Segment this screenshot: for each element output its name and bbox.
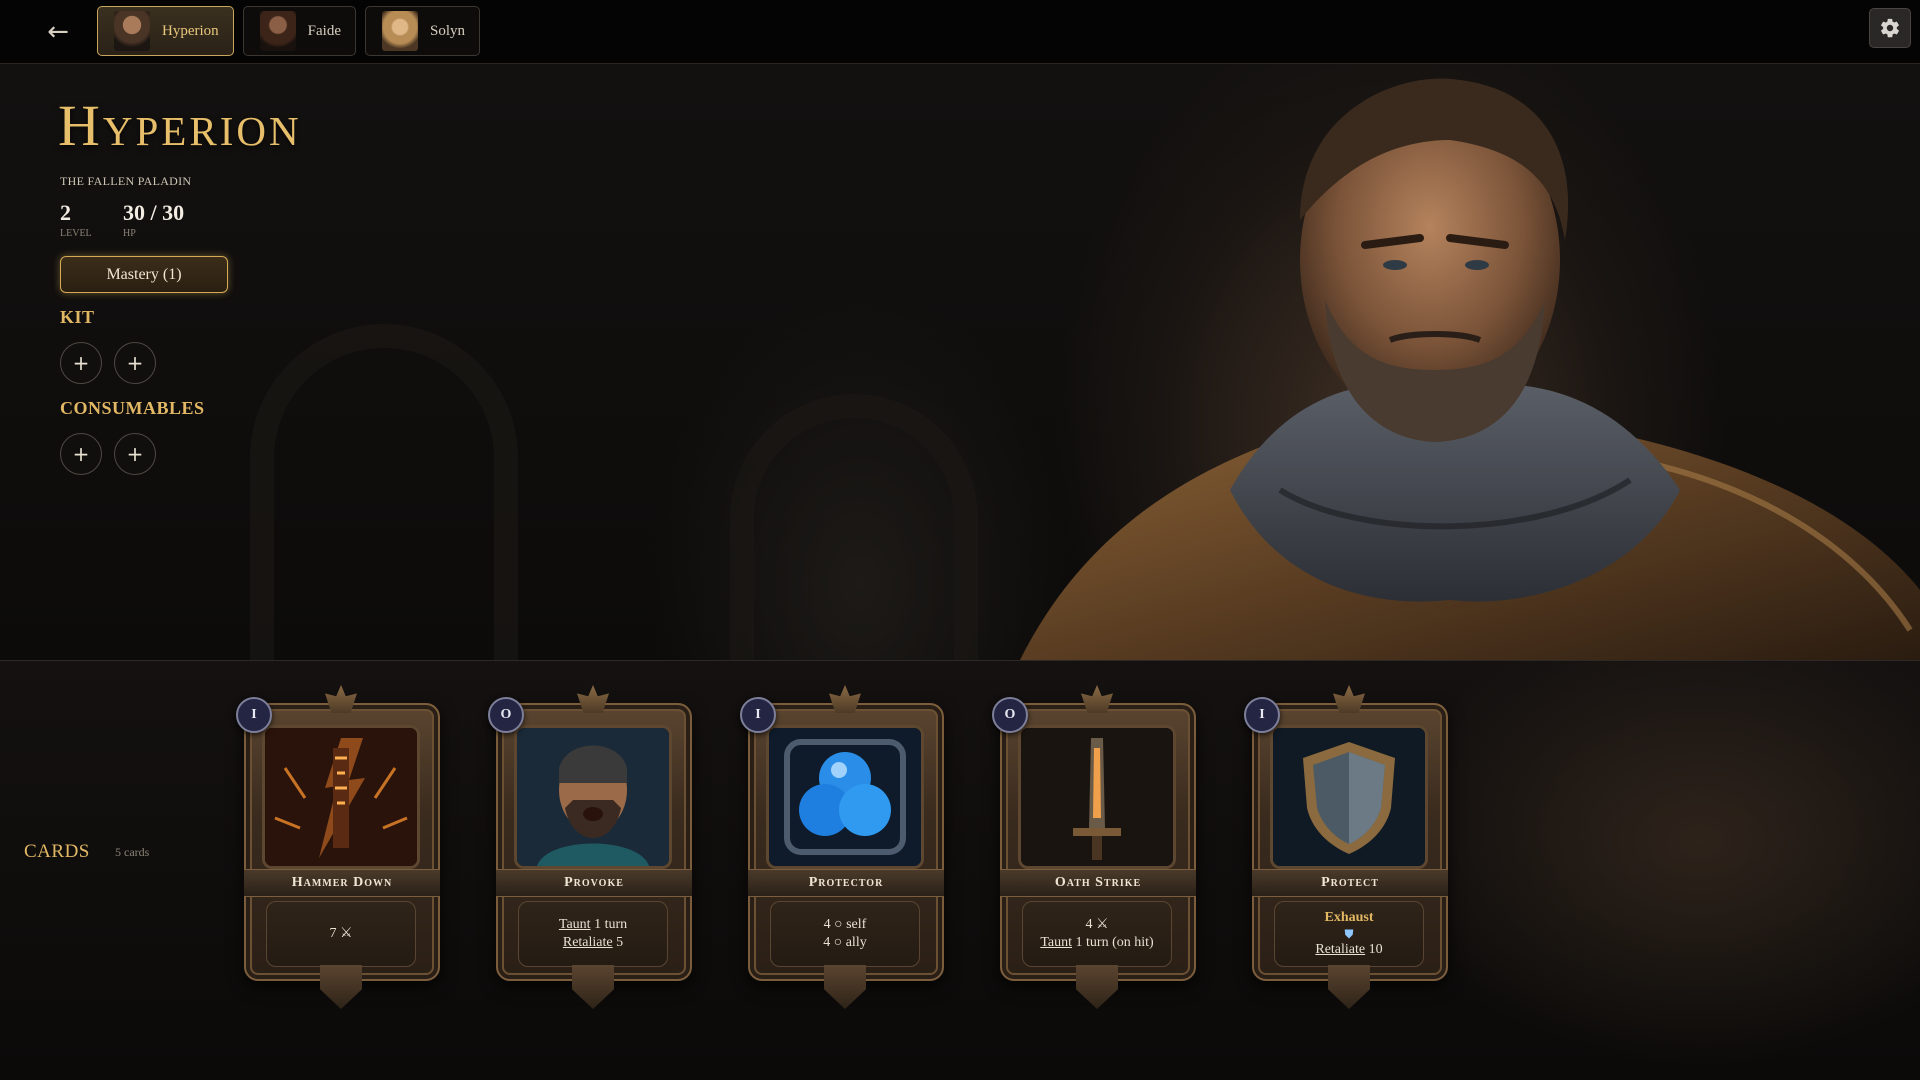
back-arrow-icon[interactable]: ←: [44, 18, 72, 46]
shield-icon: [1273, 728, 1425, 866]
card-art: [262, 725, 420, 869]
tab-faide[interactable]: Faide: [242, 6, 356, 56]
card-shield-ornament: [1328, 965, 1370, 1009]
solyn-portrait-thumbnail: [381, 11, 418, 51]
tab-label: Hyperion: [162, 22, 219, 39]
hammer-fire-icon: [265, 728, 417, 866]
kit-heading: KIT: [60, 307, 95, 327]
card-art: [514, 725, 672, 869]
settings-button[interactable]: [1869, 8, 1911, 48]
hero-name: Hyperion: [58, 93, 302, 158]
level-stat: 2 LEVEL: [60, 200, 92, 239]
shield-token-icon: ⛊: [1344, 927, 1354, 941]
consumable-slot-add-button[interactable]: +: [60, 433, 102, 475]
shouting-warrior-icon: [517, 728, 669, 866]
consumable-slot-add-button[interactable]: +: [114, 433, 156, 475]
card-art: [1270, 725, 1428, 869]
card-effect-text: Taunt 1 turn Retaliate 5: [518, 901, 668, 967]
card-effect-text: 4 ○ self 4 ○ ally: [770, 901, 920, 967]
consumables-heading: CONSUMABLES: [60, 398, 205, 418]
card-effect-line: Taunt 1 turn (on hit): [1040, 934, 1153, 952]
retaliate-keyword[interactable]: Retaliate: [1315, 942, 1365, 957]
cards-count: 5 cards: [115, 845, 150, 859]
card-protector[interactable]: Protector 4 ○ self 4 ○ ally I: [740, 685, 948, 1023]
card-name: Oath Strike: [1000, 869, 1196, 897]
card-shield-ornament: [572, 965, 614, 1009]
card-effect-text: 7 ⚔: [266, 901, 416, 967]
tab-hyperion[interactable]: Hyperion: [97, 6, 234, 56]
hero-tabs: Hyperion Faide Solyn: [97, 6, 480, 56]
ruin-arch: [730, 394, 978, 688]
kit-slot-add-button[interactable]: +: [60, 342, 102, 384]
cards-panel: CARDS 5 cards Hammer Down 7 ⚔ I Provoke …: [0, 660, 1920, 1080]
hero-portrait-art: [1020, 78, 1920, 660]
hp-value: 30 / 30: [123, 200, 185, 225]
hp-stat: 30 / 30 HP: [123, 200, 184, 239]
card-name: Provoke: [496, 869, 692, 897]
card-effect-line: 4 ○ ally: [823, 935, 867, 950]
card-cost-badge: O: [992, 697, 1028, 733]
hero-subtitle: THE FALLEN PALADIN: [60, 174, 192, 188]
faide-portrait-thumbnail: [259, 11, 296, 51]
card-effect-text: 4 ⚔ Taunt 1 turn (on hit): [1022, 901, 1172, 967]
mastery-button[interactable]: Mastery (1): [60, 256, 228, 293]
hyperion-portrait-thumbnail: [114, 11, 150, 51]
card-effect-line: 4 ○ self: [823, 917, 867, 932]
glowing-sword-icon: [1021, 728, 1173, 866]
level-label: LEVEL: [60, 228, 92, 239]
level-value: 2: [60, 200, 71, 225]
card-cost-badge: I: [740, 697, 776, 733]
card-effect-line: Retaliate 5: [563, 934, 623, 952]
card-cost-badge: O: [488, 697, 524, 733]
card-shield-ornament: [1076, 965, 1118, 1009]
card-name: Protect: [1252, 869, 1448, 897]
ruin-arch: [250, 324, 518, 688]
kit-slot-add-button[interactable]: +: [114, 342, 156, 384]
card-hammer-down[interactable]: Hammer Down 7 ⚔ I: [236, 685, 444, 1023]
tab-label: Faide: [307, 22, 341, 39]
exhaust-keyword[interactable]: Exhaust: [1324, 909, 1373, 927]
card-effect-line: Taunt 1 turn: [559, 916, 627, 934]
card-cost-badge: I: [1244, 697, 1280, 733]
cards-heading: CARDS: [24, 841, 90, 862]
hp-label: HP: [123, 228, 136, 239]
card-art: [1018, 725, 1176, 869]
card-effect-value: 5: [612, 935, 624, 950]
retaliate-keyword[interactable]: Retaliate: [563, 935, 613, 950]
taunt-keyword[interactable]: Taunt: [559, 917, 591, 932]
card-effect-value: 1 turn: [590, 917, 628, 932]
card-shield-ornament: [320, 965, 362, 1009]
card-effect-value: 1 turn (on hit): [1072, 935, 1154, 950]
card-name: Protector: [748, 869, 944, 897]
card-effect-line: Retaliate 10: [1315, 941, 1382, 959]
card-provoke[interactable]: Provoke Taunt 1 turn Retaliate 5 O: [488, 685, 696, 1023]
card-name: Hammer Down: [244, 869, 440, 897]
card-art: [766, 725, 924, 869]
card-effect-line: 7 ⚔: [329, 926, 353, 941]
card-effect-value: 10: [1365, 942, 1383, 957]
taunt-keyword[interactable]: Taunt: [1040, 935, 1072, 950]
blue-orbs-icon: [769, 728, 921, 866]
card-protect[interactable]: Protect Exhaust ⛊ Retaliate 10 I: [1244, 685, 1452, 1023]
card-cost-badge: I: [236, 697, 272, 733]
card-effect-text: Exhaust ⛊ Retaliate 10: [1274, 901, 1424, 967]
tab-label: Solyn: [429, 22, 465, 39]
card-effect-line: 4 ⚔: [1085, 917, 1109, 932]
card-oath-strike[interactable]: Oath Strike 4 ⚔ Taunt 1 turn (on hit) O: [992, 685, 1200, 1023]
card-shield-ornament: [824, 965, 866, 1009]
top-bar: ← Hyperion Faide Solyn: [0, 0, 1920, 64]
gear-icon: [1881, 18, 1899, 38]
tab-solyn[interactable]: Solyn: [364, 6, 480, 56]
